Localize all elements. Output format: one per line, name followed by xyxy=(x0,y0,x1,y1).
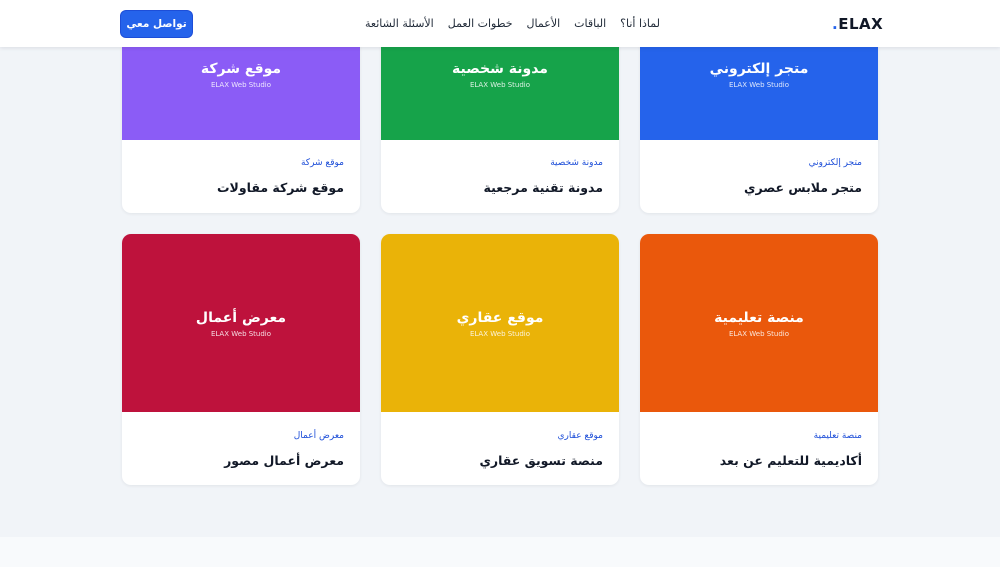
card-category: موقع عقاري xyxy=(557,431,603,441)
card-info: منصة تعليمية أكاديمية للتعليم عن بعد xyxy=(640,430,878,469)
thumbnail-title: منصة تعليمية xyxy=(714,309,804,326)
thumbnail-studio: ELAX Web Studio xyxy=(210,80,272,89)
card-thumbnail: منصة تعليمية ELAX Web Studio xyxy=(640,234,878,412)
card-title: أكاديمية للتعليم عن بعد xyxy=(719,453,862,468)
card-title: معرض أعمال مصور xyxy=(224,453,344,468)
portfolio-card-education[interactable]: منصة تعليمية ELAX Web Studio منصة تعليمي… xyxy=(640,234,878,485)
thumbnail-title: موقع عقاري xyxy=(456,309,544,326)
card-category: موقع شركة xyxy=(300,158,344,168)
card-category: مدونة شخصية xyxy=(550,158,603,168)
card-info: موقع عقاري منصة تسويق عقاري xyxy=(381,430,619,469)
thumbnail-title: متجر إلكتروني xyxy=(709,60,809,77)
card-info: متجر إلكتروني متجر ملابس عصري xyxy=(640,157,878,196)
card-category: متجر إلكتروني xyxy=(808,158,862,168)
logo-text: ELAX xyxy=(838,15,884,33)
thumbnail-studio: ELAX Web Studio xyxy=(469,329,531,338)
nav-link-portfolio[interactable]: الأعمال xyxy=(527,13,561,35)
card-thumbnail: معرض أعمال ELAX Web Studio xyxy=(122,234,360,412)
thumbnail-studio: ELAX Web Studio xyxy=(210,329,272,338)
nav-link-work-steps[interactable]: خطوات العمل xyxy=(448,13,513,35)
card-title: مدونة تقنية مرجعية xyxy=(483,180,603,195)
portfolio-card-gallery[interactable]: معرض أعمال ELAX Web Studio معرض أعمال مع… xyxy=(122,234,360,485)
card-thumbnail: موقع عقاري ELAX Web Studio xyxy=(381,234,619,412)
navbar: .ELAX لماذا أنا؟ الباقات الأعمال خطوات ا… xyxy=(0,0,1000,47)
portfolio-card-real-estate[interactable]: موقع عقاري ELAX Web Studio موقع عقاري من… xyxy=(381,234,619,485)
card-title: موقع شركة مقاولات xyxy=(217,180,344,195)
card-title: منصة تسويق عقاري xyxy=(479,453,603,468)
card-title: متجر ملابس عصري xyxy=(743,180,862,195)
thumbnail-title: معرض أعمال xyxy=(195,309,287,326)
card-info: مدونة شخصية مدونة تقنية مرجعية xyxy=(381,157,619,196)
thumbnail-title: مدونة شخصية xyxy=(452,60,548,77)
logo[interactable]: .ELAX xyxy=(832,13,884,35)
nav-link-packages[interactable]: الباقات xyxy=(574,13,606,35)
nav-link-why-me[interactable]: لماذا أنا؟ xyxy=(620,13,660,35)
thumbnail-studio: ELAX Web Studio xyxy=(469,80,531,89)
card-category: معرض أعمال xyxy=(293,431,344,441)
thumbnail-studio: ELAX Web Studio xyxy=(728,329,790,338)
thumbnail-title: موقع شركة xyxy=(200,60,282,77)
thumbnail-studio: ELAX Web Studio xyxy=(728,80,790,89)
next-section xyxy=(0,537,1000,567)
contact-me-button[interactable]: تواصل معي xyxy=(121,11,192,37)
card-info: موقع شركة موقع شركة مقاولات xyxy=(122,157,360,196)
nav-link-faq[interactable]: الأسئلة الشائعة xyxy=(365,13,434,35)
card-category: منصة تعليمية xyxy=(813,431,862,441)
card-info: معرض أعمال معرض أعمال مصور xyxy=(122,430,360,469)
nav-links: لماذا أنا؟ الباقات الأعمال خطوات العمل ا… xyxy=(365,13,660,35)
